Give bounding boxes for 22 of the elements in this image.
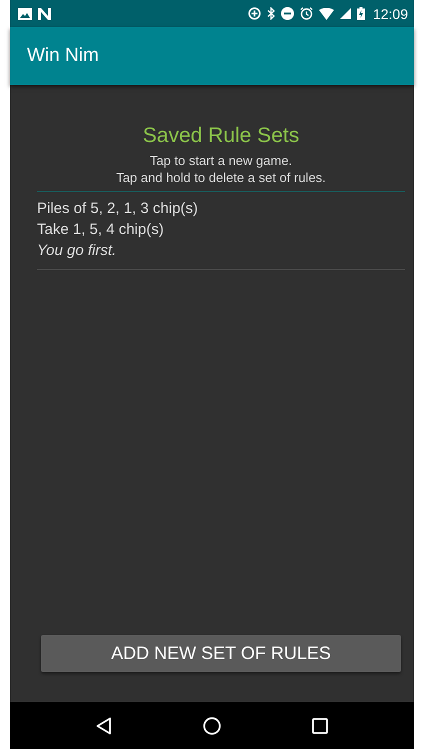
piles-text: Piles of 5, 2, 1, 3 chip(s) (37, 199, 199, 219)
clock-time: 12:09 (372, 6, 408, 22)
n-logo-icon (38, 8, 51, 20)
image-icon (18, 8, 32, 20)
turn-text: You go first. (37, 241, 118, 261)
back-icon[interactable] (96, 716, 112, 734)
home-icon[interactable] (202, 716, 221, 734)
rule-set-item[interactable]: Piles of 5, 2, 1, 3 chip(s) Take 1, 5, 4 chip(s) You go first. (37, 192, 405, 270)
alarm-icon (300, 7, 313, 20)
hint-text: Tap to start a new game. (150, 152, 292, 169)
do-not-disturb-icon (280, 7, 294, 20)
take-text: Take 1, 5, 4 chip(s) (37, 220, 165, 240)
section-title: Saved Rule Sets (142, 124, 300, 148)
wifi-icon (318, 8, 334, 20)
app-title: Win Nim (27, 45, 99, 67)
data-saver-icon (248, 7, 261, 20)
recents-icon[interactable] (312, 718, 328, 734)
bluetooth-icon (266, 7, 275, 20)
add-rules-button[interactable]: ADD NEW SET OF RULES (41, 635, 401, 672)
hint-text: Tap and hold to delete a set of rules. (116, 169, 326, 186)
signal-icon (340, 8, 351, 19)
battery-icon (356, 7, 365, 20)
